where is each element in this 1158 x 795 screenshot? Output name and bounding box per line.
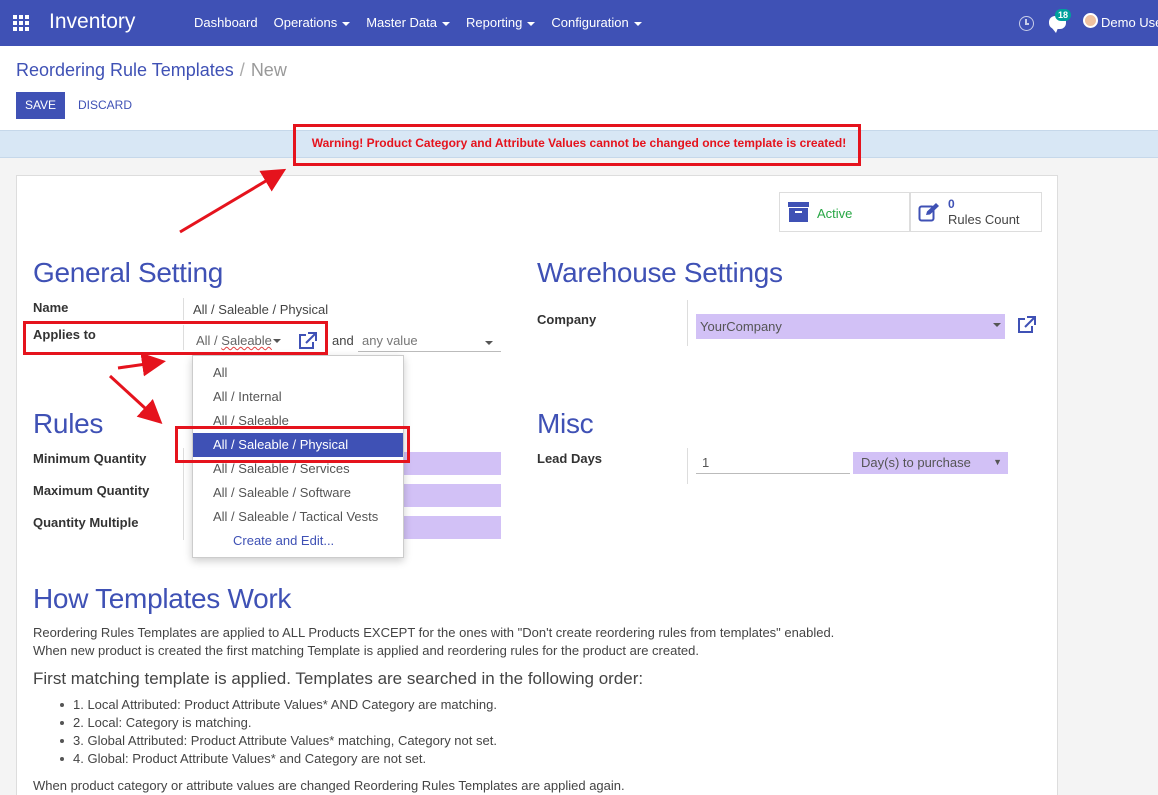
menu-dashboard[interactable]: Dashboard xyxy=(186,0,266,46)
company-label: Company xyxy=(537,312,597,327)
divider xyxy=(183,298,184,320)
dropdown-option[interactable]: All xyxy=(193,361,403,385)
apps-grid-icon[interactable] xyxy=(13,15,31,31)
annotation-box-warning xyxy=(293,124,861,166)
list-item: 4. Global: Product Attribute Values* and… xyxy=(58,750,497,768)
activity-clock-icon[interactable] xyxy=(1019,16,1034,31)
menu-reporting[interactable]: Reporting xyxy=(458,0,543,46)
info-paragraph: Reordering Rules Templates are applied t… xyxy=(33,625,835,640)
triangle-down-icon: ▼ xyxy=(993,457,1002,467)
how-templates-work-heading: How Templates Work xyxy=(33,583,292,614)
user-avatar[interactable] xyxy=(1083,13,1098,28)
active-toggle-button[interactable]: Active xyxy=(779,192,910,232)
lead-days-unit-select[interactable]: Day(s) to purchase ▼ xyxy=(853,452,1008,474)
menu-operations[interactable]: Operations xyxy=(266,0,359,46)
breadcrumb-current: New xyxy=(250,60,287,80)
list-item: 2. Local: Category is matching. xyxy=(58,714,497,732)
misc-heading: Misc xyxy=(537,408,594,439)
chat-count-badge: 18 xyxy=(1055,9,1072,21)
rules-count-value: 0 xyxy=(948,197,955,211)
dropdown-option[interactable]: All / Saleable / Software xyxy=(193,481,403,505)
general-setting-heading: General Setting xyxy=(33,257,224,288)
app-title: Inventory xyxy=(49,10,136,33)
min-quantity-label: Minimum Quantity xyxy=(33,451,147,466)
menu-master-data[interactable]: Master Data xyxy=(358,0,458,46)
top-navbar: Inventory Dashboard Operations Master Da… xyxy=(0,0,1158,46)
create-and-edit-option[interactable]: Create and Edit... xyxy=(193,529,403,553)
active-label: Active xyxy=(817,206,853,221)
list-item: 1. Local Attributed: Product Attribute V… xyxy=(58,696,497,714)
divider xyxy=(687,300,688,346)
warehouse-settings-heading: Warehouse Settings xyxy=(537,257,783,288)
attribute-values-input[interactable]: any value xyxy=(358,330,501,352)
control-panel: Reordering Rule Templates / New SAVE DISCA… xyxy=(0,46,1158,130)
caret-down-icon xyxy=(633,21,642,26)
breadcrumb: Reordering Rule Templates / New xyxy=(16,60,287,81)
quantity-multiple-label: Quantity Multiple xyxy=(33,515,139,530)
min-quantity-input[interactable] xyxy=(404,452,501,475)
quantity-multiple-input[interactable] xyxy=(404,516,501,539)
save-button[interactable]: SAVE xyxy=(16,92,65,119)
rules-count-label: Rules Count xyxy=(948,212,1020,227)
search-order-list: 1. Local Attributed: Product Attribute V… xyxy=(58,696,497,768)
main-menu: Dashboard Operations Master Data Reporti… xyxy=(186,0,650,46)
max-quantity-label: Maximum Quantity xyxy=(33,483,150,498)
caret-down-icon xyxy=(485,341,493,345)
caret-down-icon xyxy=(527,21,536,26)
name-value: All / Saleable / Physical xyxy=(193,302,329,317)
caret-down-icon xyxy=(442,21,451,26)
info-paragraph: When new product is created the first ma… xyxy=(33,643,700,658)
discard-button[interactable]: DISCARD xyxy=(78,92,132,119)
divider xyxy=(687,448,688,484)
list-item: 3. Global Attributed: Product Attribute … xyxy=(58,732,497,750)
breadcrumb-separator: / xyxy=(239,60,245,80)
caret-down-icon xyxy=(342,21,351,26)
dropdown-option[interactable]: All / Saleable / Tactical Vests xyxy=(193,505,403,529)
lead-days-input[interactable]: 1 xyxy=(696,452,850,474)
edit-icon xyxy=(918,203,939,222)
max-quantity-input[interactable] xyxy=(404,484,501,507)
annotation-box-applies-to xyxy=(23,321,328,355)
lead-days-label: Lead Days xyxy=(537,451,603,466)
caret-down-icon xyxy=(993,323,1001,327)
external-link-icon[interactable] xyxy=(1016,316,1036,334)
and-label: and xyxy=(332,333,354,348)
rules-count-button[interactable]: 0 Rules Count xyxy=(910,192,1042,232)
annotation-box-selected-option xyxy=(175,426,410,463)
dropdown-option[interactable]: All / Internal xyxy=(193,385,403,409)
info-paragraph: When product category or attribute value… xyxy=(33,778,625,793)
name-label: Name xyxy=(33,300,69,315)
archive-icon xyxy=(788,202,809,222)
rules-heading: Rules xyxy=(33,408,104,439)
menu-configuration[interactable]: Configuration xyxy=(543,0,649,46)
company-select[interactable]: YourCompany xyxy=(696,314,1005,339)
search-order-subheading: First matching template is applied. Temp… xyxy=(33,669,644,688)
breadcrumb-parent-link[interactable]: Reordering Rule Templates xyxy=(16,60,234,80)
user-menu[interactable]: Demo Use xyxy=(1101,15,1158,30)
